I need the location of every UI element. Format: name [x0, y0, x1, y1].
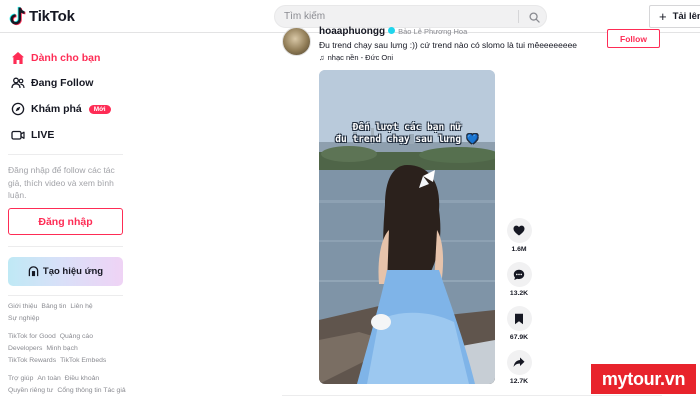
login-hint: Đăng nhập để follow các tác giả, thích v… [8, 165, 115, 200]
save-button[interactable] [506, 306, 532, 331]
new-badge: Mới [88, 104, 111, 114]
users-icon [10, 76, 25, 91]
like-button[interactable] [506, 218, 532, 243]
sidebar-divider [8, 154, 123, 155]
sidebar-item-explore[interactable]: Khám phá Mới [10, 100, 111, 118]
footer-link[interactable]: TikTok Embeds [60, 357, 106, 364]
post-caption: Đu trend chạy sau lưng :)) cứ trend nào … [319, 40, 578, 50]
tiktok-logo[interactable]: TikTok [8, 6, 75, 26]
footer-links-group: TikTok for Good Quảng cáo Developers Minh … [8, 331, 130, 367]
sidebar-item-following[interactable]: Đang Follow [10, 74, 93, 92]
footer-link[interactable]: Điều khoản [65, 375, 99, 382]
footer-link[interactable]: Cổng thông tin Tác giả [57, 387, 125, 394]
like-count: 1.6M [511, 246, 527, 253]
footer-link[interactable]: An toàn [37, 375, 60, 382]
footer-link[interactable]: Minh bạch [46, 345, 77, 352]
display-name: Bảo Lê Phương Hoa [398, 27, 468, 36]
post-divider [282, 395, 662, 396]
sidebar-item-label: Đang Follow [31, 77, 94, 89]
video-frame [319, 70, 495, 384]
share-action: 12.7K [506, 350, 532, 385]
footer-link[interactable]: Quyền riêng tư [8, 387, 53, 394]
comment-action: 13.2K [506, 262, 532, 297]
tiktok-logo-icon [8, 6, 26, 26]
footer-link[interactable]: TikTok for Good [8, 333, 56, 340]
footer-links-group: Giới thiệu Bảng tin Liên hệ Sự nghiệp [8, 301, 130, 325]
save-action: 67.9K [506, 306, 532, 341]
share-button[interactable] [506, 350, 532, 375]
follow-button[interactable]: Follow [607, 29, 660, 48]
verified-icon [388, 27, 396, 34]
post-music[interactable]: ♫ nhạc nền - Đức Oni [319, 53, 393, 62]
comment-button[interactable] [506, 262, 532, 287]
compass-icon [10, 102, 25, 117]
save-count: 67.9K [509, 334, 529, 341]
upload-button[interactable]: + Tải lên [649, 5, 700, 28]
video-overlay-text: Đến lượt các bạn nữ đu trend chạy sau lư… [319, 122, 495, 146]
footer-link[interactable]: Quảng cáo [60, 333, 93, 340]
comment-icon [513, 269, 525, 280]
sidebar-item-for-you[interactable]: Dành cho bạn [10, 49, 100, 67]
create-effects-button[interactable]: Tạo hiệu ứng [8, 257, 123, 286]
sidebar-item-label: LIVE [31, 129, 55, 141]
music-title[interactable]: nhạc nền - Đức Oni [328, 53, 393, 62]
search-input[interactable] [284, 6, 509, 27]
app-name: TikTok [29, 7, 75, 25]
share-icon [513, 357, 525, 367]
footer-link[interactable]: Liên hệ [70, 303, 92, 310]
search-icon [528, 11, 540, 23]
effects-label: Tạo hiệu ứng [42, 266, 104, 277]
login-button[interactable]: Đăng nhập [8, 208, 123, 235]
avatar[interactable] [282, 27, 311, 56]
plus-icon: + [659, 9, 667, 24]
footer-link[interactable]: Trợ giúp [8, 375, 33, 382]
footer-link[interactable]: Developers [8, 345, 42, 352]
sidebar-item-label: Dành cho bạn [31, 52, 101, 64]
footer-link[interactable]: TikTok Rewards [8, 357, 56, 364]
share-count: 12.7K [509, 378, 529, 385]
music-note-icon: ♫ [319, 53, 325, 62]
comment-count: 13.2K [509, 290, 529, 297]
video-player[interactable]: Đến lượt các bạn nữ đu trend chạy sau lư… [319, 70, 495, 384]
effects-icon [28, 266, 39, 277]
search-bar [274, 5, 547, 28]
username[interactable]: hoaaphuongg [319, 26, 385, 37]
video-overlay-line: Đến lượt các bạn nữ [352, 122, 462, 133]
search-button[interactable] [524, 8, 544, 26]
watermark-logo: mytour.vn [591, 364, 696, 394]
search-divider [518, 10, 519, 23]
post-author[interactable]: hoaaphuongg Bảo Lê Phương Hoa [319, 26, 467, 37]
heart-icon [513, 225, 525, 236]
footer-link[interactable]: Sự nghiệp [8, 315, 39, 322]
video-overlay-line: đu trend chạy sau lưng 💙 [335, 134, 479, 145]
bookmark-icon [515, 313, 523, 324]
home-icon [10, 51, 25, 66]
live-icon [10, 128, 25, 143]
sidebar-divider [8, 246, 123, 247]
footer-link[interactable]: Giới thiệu [8, 303, 37, 310]
sidebar: Dành cho bạn Đang Follow Khám phá Mới LI… [0, 33, 140, 405]
footer-links-group: Trợ giúp An toàn Điều khoản Quyền riêng tư… [8, 373, 130, 397]
like-action: 1.6M [506, 218, 532, 253]
sidebar-item-live[interactable]: LIVE [10, 126, 54, 144]
sidebar-item-label: Khám phá [31, 103, 82, 115]
sidebar-divider [8, 295, 123, 296]
footer-link[interactable]: Bảng tin [41, 303, 66, 310]
upload-label: Tải lên [672, 11, 700, 22]
